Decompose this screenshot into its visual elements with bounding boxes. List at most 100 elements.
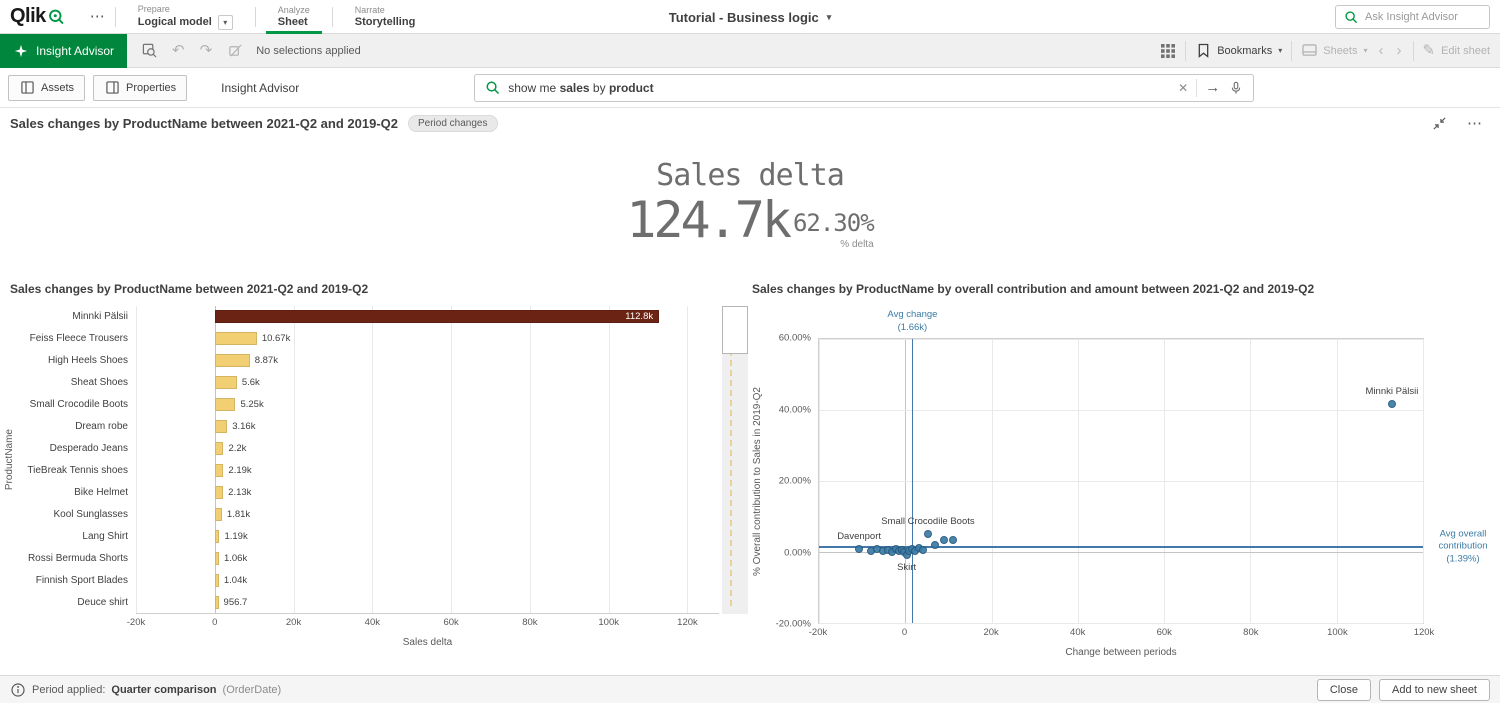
scatter-point[interactable] [1388, 400, 1396, 408]
insight-query-text[interactable]: show me sales by product [508, 81, 1170, 95]
assets-panel-button[interactable]: Assets [8, 75, 85, 101]
bar-category-label: Lang Shirt [18, 526, 136, 548]
bar-value-label: 1.04k [224, 574, 247, 587]
microphone-icon[interactable] [1228, 80, 1244, 96]
sheets-label: Sheets [1323, 45, 1357, 57]
edit-sheet-button[interactable]: ✎ Edit sheet [1423, 43, 1491, 58]
x-tick-label: 0 [212, 617, 217, 628]
bar[interactable] [215, 420, 227, 433]
scatter-point-label: Minnki Pälsii [1366, 386, 1419, 397]
period-footer: Period applied: Quarter comparison (Orde… [0, 675, 1500, 703]
global-more-menu-icon[interactable]: ⋯ [90, 9, 105, 24]
scatter-point[interactable] [931, 541, 939, 549]
avg-change-reference-label: Avg change(1.66k) [887, 309, 937, 334]
next-sheet-icon[interactable]: › [1395, 42, 1404, 59]
logical-model-caret-icon[interactable]: ▾ [218, 15, 233, 30]
bar[interactable] [215, 332, 257, 345]
qlik-lens-icon [48, 9, 64, 25]
step-back-icon[interactable]: ↶ [172, 43, 185, 58]
ask-insight-advisor-input[interactable] [1365, 11, 1482, 23]
x-tick-label: 120k [1414, 627, 1435, 638]
app-overview-grid-icon[interactable] [1160, 43, 1176, 59]
qlik-logo[interactable]: Qlik [10, 5, 64, 28]
insight-advisor-button[interactable]: Insight Advisor [0, 34, 127, 68]
previous-sheet-icon[interactable]: ‹ [1377, 42, 1386, 59]
y-tick-label: -20.00% [776, 619, 811, 630]
selections-toolbar: Insight Advisor ↶ ↷ No selections applie… [0, 34, 1500, 68]
bar[interactable] [215, 310, 659, 323]
insight-title: Sales changes by ProductName between 202… [10, 116, 398, 131]
gridline [609, 306, 610, 613]
scatter-x-axis-ticks: -20k020k40k60k80k100k120k [818, 627, 1424, 642]
kpi-value: 124.7k [626, 195, 789, 245]
assets-panel-icon [19, 80, 35, 96]
ask-insight-advisor-search[interactable] [1335, 5, 1490, 29]
scatter-point[interactable] [855, 545, 863, 553]
x-tick-label: 0 [902, 627, 907, 638]
bar-value-label: 3.16k [232, 420, 255, 433]
scatter-point[interactable] [919, 546, 927, 554]
bar[interactable] [215, 530, 220, 543]
properties-panel-button[interactable]: Properties [93, 75, 187, 101]
nav-section-label: Prepare [138, 4, 233, 15]
scatter-chart-title: Sales changes by ProductName by overall … [748, 282, 1500, 296]
gridline [687, 306, 688, 613]
close-button[interactable]: Close [1317, 679, 1371, 701]
gridline [372, 306, 373, 613]
query-term: by [590, 81, 609, 95]
bar-value-label: 956.7 [224, 596, 248, 609]
gridline [819, 410, 1423, 411]
bookmarks-button[interactable]: Bookmarks ▾ [1195, 43, 1282, 59]
scrollbar-thumb[interactable] [722, 306, 748, 354]
app-title-dropdown[interactable]: Tutorial - Business logic ▾ [669, 10, 832, 25]
selections-tool-icon[interactable] [141, 43, 157, 59]
clear-selections-icon[interactable] [227, 43, 243, 59]
gridline [451, 306, 452, 613]
app-window: Qlik ⋯ Prepare Logical model ▾ Analyze S… [0, 0, 1500, 703]
sheets-button[interactable]: Sheets ▾ [1301, 43, 1367, 59]
bar-category-label: High Heels Shoes [18, 350, 136, 372]
add-to-new-sheet-button[interactable]: Add to new sheet [1379, 679, 1490, 701]
step-forward-icon[interactable]: ↷ [200, 43, 213, 58]
bar[interactable] [215, 354, 250, 367]
y-tick-label: 40.00% [779, 404, 811, 415]
bar-chart: Sales changes by ProductName between 202… [0, 276, 748, 675]
bar[interactable] [215, 464, 224, 477]
bar[interactable] [215, 398, 236, 411]
bar[interactable] [215, 376, 237, 389]
chart-more-menu-icon[interactable]: ⋯ [1467, 116, 1482, 131]
scatter-point[interactable] [924, 530, 932, 538]
bar[interactable] [215, 596, 219, 609]
submit-query-icon[interactable]: → [1205, 80, 1220, 95]
nav-analyze-sheet[interactable]: Analyze Sheet [266, 0, 322, 34]
bar[interactable] [215, 508, 222, 521]
x-tick-label: 100k [1327, 627, 1348, 638]
scatter-point[interactable] [949, 536, 957, 544]
scatter-plot-area: Avg change(1.66k)Avg overallcontribution… [818, 338, 1424, 624]
divider [115, 7, 116, 27]
insight-query-box[interactable]: show me sales by product ✕ → [474, 74, 1254, 102]
scatter-y-axis-title: % Overall contribution to Sales in 2019-… [748, 338, 766, 624]
bar[interactable] [215, 552, 219, 565]
chevron-down-icon: ▾ [1278, 46, 1282, 55]
collapse-chart-icon[interactable] [1431, 115, 1447, 131]
bar-chart-title: Sales changes by ProductName between 202… [0, 282, 748, 296]
sheets-icon [1301, 43, 1317, 59]
bar-chart-scrollbar[interactable] [722, 306, 748, 614]
qlik-logo-text: Qlik [10, 5, 46, 28]
assets-label: Assets [41, 82, 74, 94]
info-icon [10, 682, 26, 698]
nav-prepare-logical-model[interactable]: Prepare Logical model ▾ [126, 0, 245, 34]
bar[interactable] [215, 574, 219, 587]
chevron-down-icon: ▾ [1363, 46, 1367, 55]
bar[interactable] [215, 486, 223, 499]
x-tick-label: 60k [1157, 627, 1172, 638]
query-term: sales [560, 81, 590, 95]
bar[interactable] [215, 442, 224, 455]
clear-query-icon[interactable]: ✕ [1178, 81, 1188, 95]
bar-x-axis-ticks: -20k020k40k60k80k100k120k [136, 617, 719, 632]
scatter-point-label: Skirt [897, 562, 916, 573]
period-name: Quarter comparison [111, 684, 216, 696]
scatter-point[interactable] [940, 536, 948, 544]
nav-narrate-storytelling[interactable]: Narrate Storytelling [343, 0, 428, 34]
